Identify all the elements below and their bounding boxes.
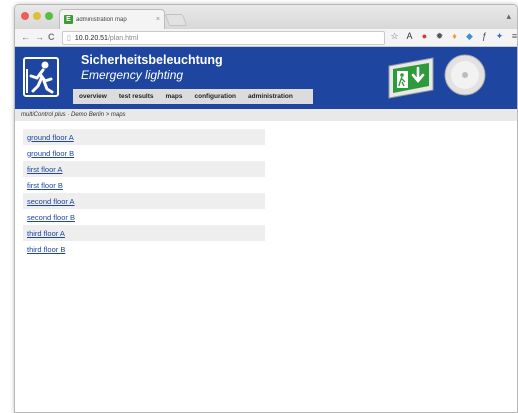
tab-close-icon[interactable]: × [156,16,160,23]
list-item: second floor A [23,193,265,209]
list-item: first floor A [23,161,265,177]
forward-button[interactable]: → [35,32,44,43]
list-item: ground floor A [23,129,265,145]
window-controls [21,12,53,20]
menu-item-maps[interactable]: maps [166,93,183,100]
profile-icon[interactable]: ▴ [506,11,511,22]
map-link[interactable]: ground floor B [27,149,74,158]
list-item: ground floor B [23,145,265,161]
page-icon: ▯ [67,35,71,42]
map-link[interactable]: second floor A [27,197,75,206]
extension-toolbar: ☆ A ● ✹ ♦ ◆ ƒ ✦ ≡ [389,31,517,42]
url-host: 10.0.20.51 [74,34,108,42]
map-link[interactable]: third floor B [27,245,65,254]
menu-item-configuration[interactable]: configuration [195,93,237,100]
map-link[interactable]: first floor B [27,181,63,190]
puzzle-icon[interactable]: ◆ [464,31,475,42]
tab-title: administration map [76,16,127,23]
browser-tab[interactable]: E administration map × [59,9,165,29]
tab-bar: E administration map × ▴ [15,5,517,29]
menu-item-administration[interactable]: administration [248,93,293,100]
map-list: ground floor A ground floor B first floor … [23,129,265,257]
map-link[interactable]: first floor A [27,165,62,174]
lightbulb-icon[interactable]: ♦ [449,31,460,42]
star-icon[interactable]: ☆ [389,31,400,42]
map-link[interactable]: second floor B [27,213,75,222]
browser-window: E administration map × ▴ ← → C ▯ 10.0.20… [14,4,518,413]
breadcrumb: multiControl plus · Demo Berlin > maps [15,109,517,121]
url-path: /plan.html [107,34,139,42]
page-subtitle: Emergency lighting [81,68,184,82]
exit-sign-icon [388,57,434,99]
favicon-icon: E [64,15,73,24]
menu-item-overview[interactable]: overview [79,93,107,100]
formula-icon[interactable]: ƒ [479,31,490,42]
running-man-logo-icon [23,57,59,97]
main-menu: overview test results maps configuration… [73,89,313,104]
map-link[interactable]: ground floor A [27,133,74,142]
map-link[interactable]: third floor A [27,229,65,238]
close-window-button[interactable] [21,12,29,20]
page-title: Sicherheitsbeleuchtung [81,53,223,67]
list-item: first floor B [23,177,265,193]
minimize-window-button[interactable] [33,12,41,20]
list-item: third floor B [23,241,265,257]
address-bar[interactable]: ▯ 10.0.20.51 /plan.html [62,31,385,45]
back-button[interactable]: ← [21,32,30,43]
bird-icon[interactable]: ✦ [494,31,505,42]
site-header: Sicherheitsbeleuchtung Emergency lightin… [15,47,517,109]
font-icon[interactable]: A [404,31,415,42]
menu-item-test-results[interactable]: test results [119,93,154,100]
new-tab-button[interactable] [164,14,188,26]
adblock-icon[interactable]: ● [419,31,430,42]
zoom-window-button[interactable] [45,12,53,20]
emergency-lamp-icon [444,54,486,96]
list-item: second floor B [23,209,265,225]
menu-icon[interactable]: ≡ [509,31,517,42]
navigation-bar: ← → C ▯ 10.0.20.51 /plan.html ☆ A ● ✹ ♦ ◆ ƒ ✦ ≡ [15,29,517,47]
list-item: third floor A [23,225,265,241]
gear-icon[interactable]: ✹ [434,31,445,42]
reload-button[interactable]: C [48,32,55,43]
